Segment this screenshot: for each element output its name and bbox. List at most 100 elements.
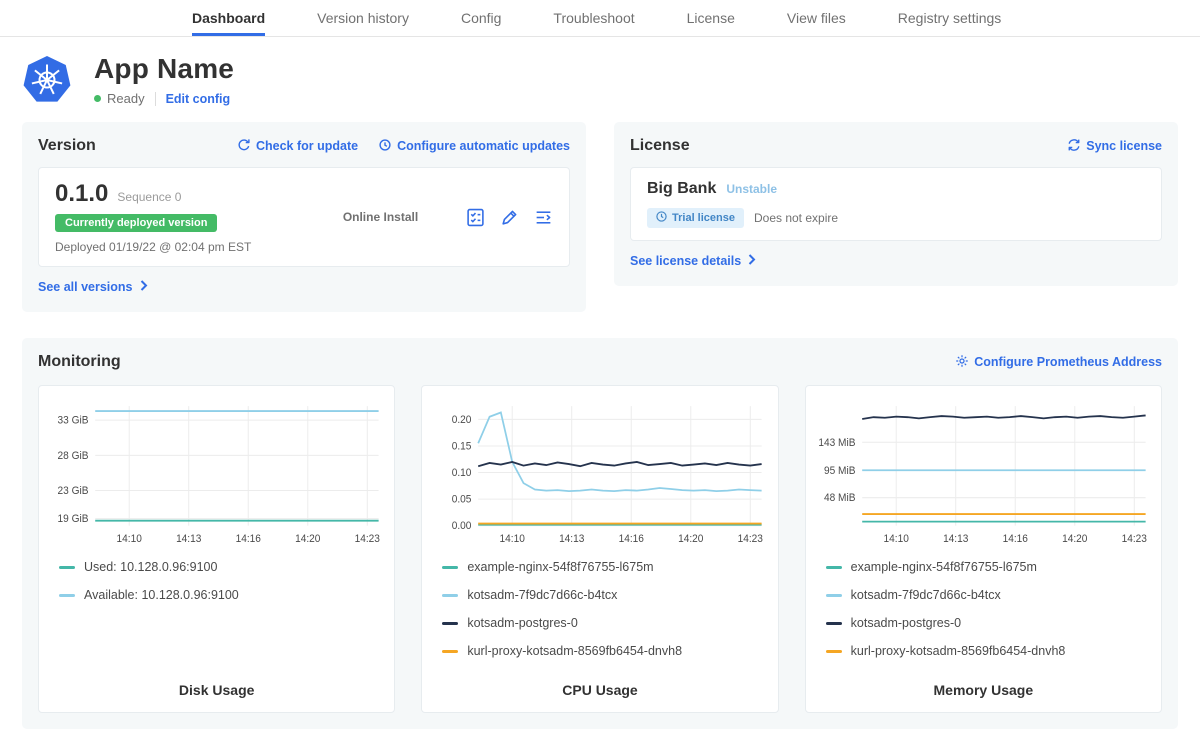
deployed-timestamp: Deployed 01/19/22 @ 02:04 pm EST (55, 240, 295, 254)
series-swatch (442, 650, 458, 653)
cards-row: Version Check for update (22, 122, 1178, 312)
svg-text:0.10: 0.10 (452, 468, 472, 479)
top-navigation: Dashboard Version history Config Trouble… (0, 0, 1200, 37)
edit-config-icon[interactable] (500, 208, 519, 227)
check-for-update-link[interactable]: Check for update (237, 138, 358, 155)
memory-usage-card: 14:1014:1314:1614:2014:23143 MiB95 MiB48… (805, 385, 1162, 713)
legend-item: kurl-proxy-kotsadm-8569fb6454-dnvh8 (826, 644, 1141, 658)
legend-item: kotsadm-7f9dc7d66c-b4tcx (826, 588, 1141, 602)
chart-title: Memory Usage (814, 672, 1153, 698)
svg-text:0.20: 0.20 (452, 415, 472, 426)
legend-item: kotsadm-7f9dc7d66c-b4tcx (442, 588, 757, 602)
gear-icon (955, 354, 969, 371)
version-card-header: Version Check for update (38, 137, 570, 155)
version-card: Version Check for update (22, 122, 586, 312)
version-sequence: Sequence 0 (117, 190, 181, 204)
preflight-checklist-icon[interactable] (466, 208, 485, 227)
svg-text:14:13: 14:13 (559, 534, 585, 545)
app-status: Ready (107, 91, 145, 106)
configure-prometheus-link[interactable]: Configure Prometheus Address (955, 354, 1162, 371)
svg-text:28 GiB: 28 GiB (58, 451, 89, 462)
series-swatch (826, 622, 842, 625)
see-all-versions-link[interactable]: See all versions (38, 280, 148, 294)
svg-text:14:20: 14:20 (295, 534, 321, 545)
license-card-title: License (630, 137, 690, 155)
app-title: App Name (94, 53, 234, 85)
app-status-row: Ready Edit config (94, 91, 234, 106)
legend-item: kurl-proxy-kotsadm-8569fb6454-dnvh8 (442, 644, 757, 658)
svg-text:14:16: 14:16 (619, 534, 645, 545)
app-meta: App Name Ready Edit config (94, 53, 234, 106)
auto-update-icon (378, 138, 392, 155)
svg-text:23 GiB: 23 GiB (58, 486, 89, 497)
app-header: App Name Ready Edit config (0, 37, 1200, 106)
cpu-usage-chart: 14:1014:1314:1614:2014:230.200.150.100.0… (430, 398, 769, 550)
divider (155, 92, 156, 106)
cpu-usage-legend: example-nginx-54f8f76755-l675m kotsadm-7… (430, 560, 769, 672)
sync-license-link[interactable]: Sync license (1067, 138, 1162, 155)
version-card-title: Version (38, 137, 96, 155)
series-swatch (826, 650, 842, 653)
legend-item: Available: 10.128.0.96:9100 (59, 588, 374, 602)
svg-text:14:20: 14:20 (678, 534, 704, 545)
tab-version-history[interactable]: Version history (317, 0, 409, 36)
license-customer-name: Big Bank (647, 180, 716, 198)
legend-item: kotsadm-postgres-0 (826, 616, 1141, 630)
deployed-version-panel: 0.1.0 Sequence 0 Currently deployed vers… (38, 167, 570, 267)
cpu-usage-card: 14:1014:1314:1614:2014:230.200.150.100.0… (421, 385, 778, 713)
clock-icon (656, 211, 667, 225)
svg-text:14:13: 14:13 (176, 534, 202, 545)
memory-usage-chart: 14:1014:1314:1614:2014:23143 MiB95 MiB48… (814, 398, 1153, 550)
license-card-header: License Sync license (630, 137, 1162, 155)
edit-config-link[interactable]: Edit config (166, 92, 231, 106)
series-swatch (442, 594, 458, 597)
series-swatch (826, 566, 842, 569)
tab-config[interactable]: Config (461, 0, 501, 36)
svg-text:14:16: 14:16 (236, 534, 262, 545)
kubernetes-app-icon (22, 55, 72, 105)
version-icon-actions (466, 208, 553, 227)
trial-license-badge: Trial license (647, 208, 744, 228)
legend-item: example-nginx-54f8f76755-l675m (826, 560, 1141, 574)
deploy-logs-icon[interactable] (534, 208, 553, 227)
svg-text:14:16: 14:16 (1002, 534, 1028, 545)
svg-text:0.05: 0.05 (452, 494, 472, 505)
tab-view-files[interactable]: View files (787, 0, 846, 36)
license-panel: Big Bank Unstable Trial license Does not… (630, 167, 1162, 241)
version-info: 0.1.0 Sequence 0 Currently deployed vers… (55, 180, 295, 254)
series-swatch (442, 622, 458, 625)
chevron-right-icon (140, 280, 148, 294)
svg-text:14:23: 14:23 (738, 534, 764, 545)
legend-item: example-nginx-54f8f76755-l675m (442, 560, 757, 574)
license-card: License Sync license Big Bank Unstable (614, 122, 1178, 286)
disk-usage-legend: Used: 10.128.0.96:9100 Available: 10.128… (47, 560, 386, 616)
see-license-details-link[interactable]: See license details (630, 254, 756, 268)
memory-usage-legend: example-nginx-54f8f76755-l675m kotsadm-7… (814, 560, 1153, 672)
svg-text:14:20: 14:20 (1062, 534, 1088, 545)
tab-license[interactable]: License (687, 0, 735, 36)
tab-dashboard[interactable]: Dashboard (192, 0, 265, 36)
configure-updates-link[interactable]: Configure automatic updates (378, 138, 570, 155)
charts-row: 14:1014:1314:1614:2014:2333 GiB28 GiB23 … (38, 385, 1162, 713)
svg-text:14:10: 14:10 (500, 534, 526, 545)
license-expiration: Does not expire (754, 211, 838, 225)
tab-registry-settings[interactable]: Registry settings (898, 0, 1001, 36)
svg-text:0.00: 0.00 (452, 521, 472, 532)
install-type-label: Online Install (295, 210, 466, 224)
chevron-right-icon (748, 254, 756, 268)
disk-usage-card: 14:1014:1314:1614:2014:2333 GiB28 GiB23 … (38, 385, 395, 713)
series-swatch (826, 594, 842, 597)
sync-icon (1067, 138, 1081, 155)
chart-title: Disk Usage (47, 672, 386, 698)
monitoring-header: Monitoring Configure Prometheus Address (38, 353, 1162, 371)
version-card-actions: Check for update Configure automatic upd… (237, 138, 570, 155)
series-swatch (442, 566, 458, 569)
svg-text:48 MiB: 48 MiB (824, 493, 856, 504)
disk-usage-chart: 14:1014:1314:1614:2014:2333 GiB28 GiB23 … (47, 398, 386, 550)
series-swatch (59, 566, 75, 569)
svg-text:95 MiB: 95 MiB (824, 466, 856, 477)
refresh-icon (237, 138, 251, 155)
svg-text:143 MiB: 143 MiB (818, 438, 855, 449)
tab-troubleshoot[interactable]: Troubleshoot (553, 0, 634, 36)
chart-title: CPU Usage (430, 672, 769, 698)
